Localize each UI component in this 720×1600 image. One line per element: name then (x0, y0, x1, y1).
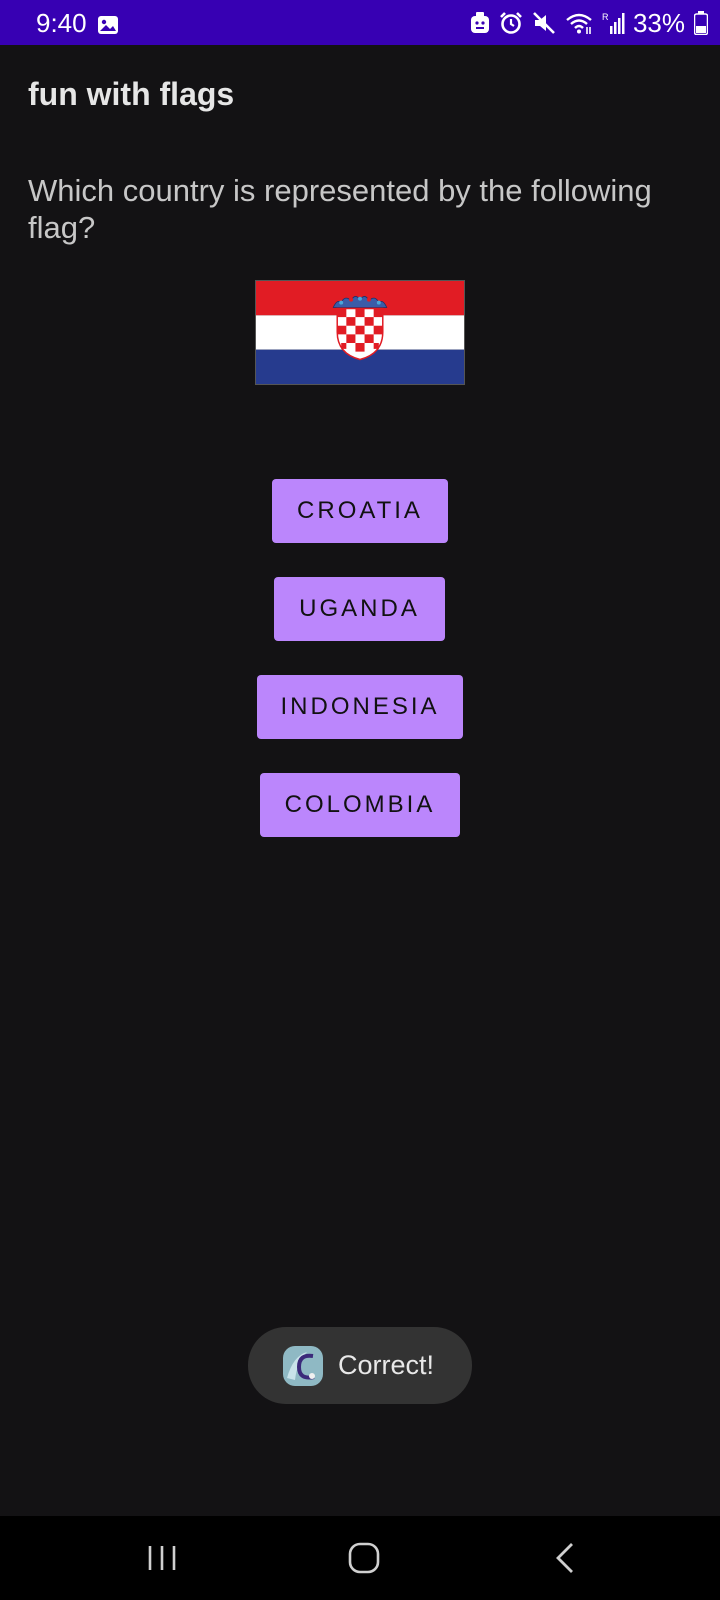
answer-button-uganda[interactable]: UGANDA (274, 577, 445, 641)
battery-icon (694, 11, 708, 35)
answer-button-colombia[interactable]: COLOMBIA (260, 773, 460, 837)
status-icons: R 33% (470, 8, 708, 38)
alarm-icon (500, 12, 522, 34)
status-bar: 9:40 R 33% (0, 0, 720, 45)
croatia-shield (336, 307, 384, 361)
mute-icon (533, 12, 555, 34)
toast-message: Correct! (338, 1350, 435, 1380)
home-icon[interactable] (346, 1540, 382, 1576)
android-debug-icon (470, 12, 489, 33)
battery-percentage: 33% (632, 8, 685, 38)
status-time: 9:40 (36, 8, 87, 38)
app-title: fun with flags (28, 76, 235, 112)
signal-icon: R (602, 12, 625, 34)
toast: Correct! (248, 1327, 472, 1404)
answer-button-croatia[interactable]: CROATIA (272, 479, 448, 543)
navigation-bar (0, 1516, 720, 1600)
answer-button-indonesia[interactable]: INDONESIA (257, 675, 463, 739)
app-icon (283, 1345, 323, 1386)
photo-icon (98, 16, 118, 34)
recent-apps-icon[interactable] (146, 1538, 178, 1578)
svg-text:R: R (602, 12, 609, 22)
question-text: Which country is represented by the foll… (28, 173, 652, 245)
wifi-icon (566, 13, 592, 34)
back-icon[interactable] (552, 1538, 580, 1578)
screen: 9:40 R 33% fun with flags Which country … (0, 0, 720, 1600)
croatia-flag-image (255, 280, 465, 385)
